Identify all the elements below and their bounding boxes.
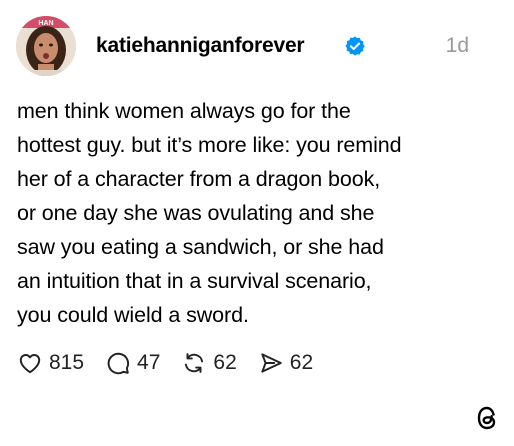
avatar[interactable]: HAN (16, 16, 76, 76)
post-timestamp: 1d (445, 34, 469, 57)
reply-count: 47 (137, 351, 161, 374)
post-body-line: hottest guy. but it’s more like: you rem… (17, 133, 402, 157)
threads-post: HAN katiehanniganforever 1d men think wo… (0, 0, 514, 446)
post-body-line: saw you eating a sandwich, or she had (17, 235, 384, 259)
comment-bubble-icon (107, 352, 130, 375)
post-actions: 815 47 62 62 (17, 348, 334, 378)
post-body: men think women always go for the hottes… (17, 94, 487, 332)
heart-icon (19, 354, 41, 374)
repost-button[interactable]: 62 (181, 350, 237, 376)
repost-arrows-icon (185, 353, 204, 373)
share-button[interactable]: 62 (258, 350, 313, 376)
post-body-line: or one day she was ovulating and she (17, 201, 375, 225)
share-count: 62 (289, 351, 314, 374)
post-body-line: her of a character from a dragon book, (17, 167, 381, 191)
username[interactable]: katiehanniganforever (96, 33, 305, 59)
post-body-line: men think women always go for the (17, 99, 351, 123)
post-body-line: an intuition that in a survival scenario… (17, 269, 372, 293)
verified-badge-icon (345, 36, 365, 56)
avatar-text: HAN (38, 20, 53, 27)
like-button[interactable]: 815 (17, 350, 84, 376)
avatar-image: HAN (16, 16, 76, 76)
repost-count: 62 (213, 351, 237, 374)
reply-button[interactable]: 47 (105, 350, 160, 376)
like-count: 815 (49, 351, 85, 374)
send-icon (261, 353, 282, 373)
post-body-line: you could wield a sword. (17, 303, 249, 327)
threads-logo-icon (477, 406, 496, 430)
